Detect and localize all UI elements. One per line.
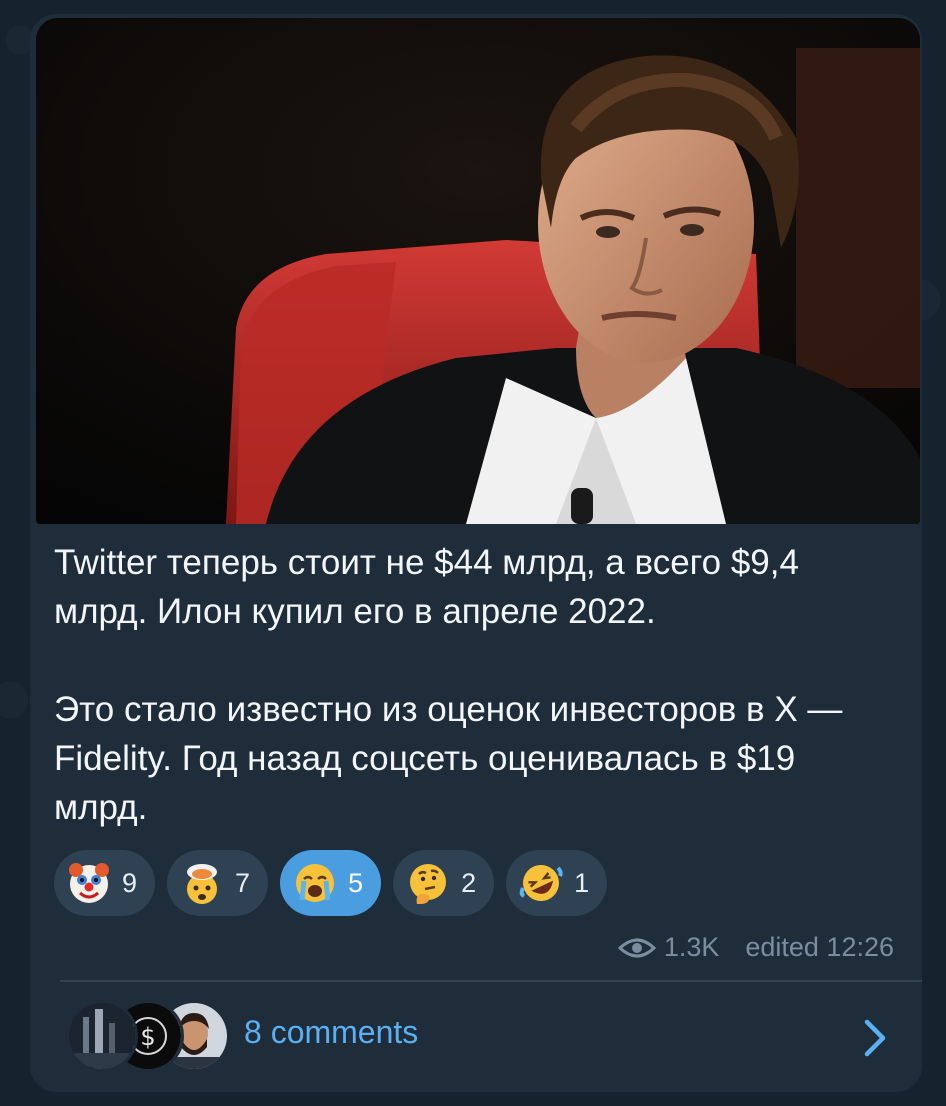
views-count: 1.3K bbox=[663, 932, 720, 962]
reaction-count: 7 bbox=[235, 867, 251, 898]
post-text-paragraph: Это стало известно из оценок инвесторов … bbox=[54, 690, 843, 827]
chevron-right-icon bbox=[864, 1019, 886, 1057]
reaction-crying[interactable]: 5 bbox=[280, 850, 382, 916]
post-text: Twitter теперь стоит не $44 млрд, а всег… bbox=[54, 538, 894, 832]
reaction-clown[interactable]: 9 bbox=[54, 850, 156, 916]
post-text-paragraph: Twitter теперь стоит не $44 млрд, а всег… bbox=[54, 543, 799, 631]
exploding-head-icon bbox=[187, 864, 218, 904]
avatar bbox=[66, 1000, 138, 1072]
post-meta: 1.3K edited 12:26 bbox=[617, 932, 894, 963]
eye-icon bbox=[617, 938, 656, 957]
reactions-bar: 9 7 5 2 1 bbox=[54, 850, 608, 916]
svg-text:$: $ bbox=[140, 1023, 155, 1051]
reaction-count: 5 bbox=[348, 867, 364, 898]
reaction-rolling-laughing[interactable]: 1 bbox=[506, 850, 608, 916]
rolling-laughing-icon bbox=[519, 865, 563, 901]
clown-face-icon bbox=[69, 863, 109, 903]
reaction-exploding-head[interactable]: 7 bbox=[167, 850, 269, 916]
reaction-count: 2 bbox=[461, 867, 477, 898]
reaction-count: 1 bbox=[574, 867, 590, 898]
commenter-avatars: $ bbox=[66, 1000, 230, 1072]
thinking-face-icon bbox=[410, 864, 447, 904]
divider bbox=[60, 980, 922, 982]
comments-button[interactable]: $ 8 comments bbox=[30, 988, 922, 1084]
reaction-thinking[interactable]: 2 bbox=[393, 850, 495, 916]
reaction-count: 9 bbox=[122, 867, 138, 898]
edited-timestamp: edited 12:26 bbox=[745, 932, 894, 962]
comments-label: 8 comments bbox=[244, 1014, 419, 1050]
crying-face-icon bbox=[296, 864, 335, 902]
post-photo[interactable] bbox=[36, 18, 920, 524]
channel-post-bubble: Twitter теперь стоит не $44 млрд, а всег… bbox=[30, 14, 922, 1092]
